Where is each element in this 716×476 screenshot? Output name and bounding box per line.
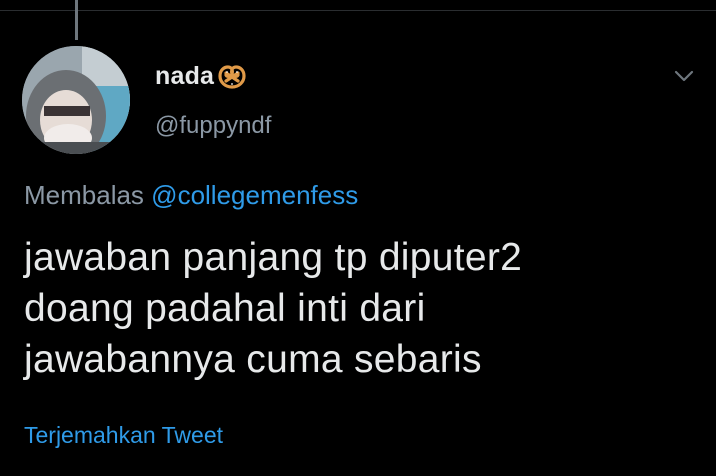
author-handle[interactable]: @fuppyndf xyxy=(155,112,271,140)
top-divider xyxy=(0,10,716,11)
reply-prefix: Membalas xyxy=(24,180,144,210)
tweet-text-line: jawaban panjang tp diputer2 xyxy=(24,236,523,279)
chevron-down-icon[interactable] xyxy=(672,64,696,88)
thread-connector-line xyxy=(75,0,78,40)
reply-context: Membalas @collegemenfess xyxy=(24,180,358,211)
pretzel-icon xyxy=(217,63,247,91)
tweet-text: jawaban panjang tp diputer2 doang padaha… xyxy=(24,232,704,385)
author-name-row[interactable]: nada xyxy=(155,62,247,91)
avatar[interactable] xyxy=(22,46,130,154)
tweet-text-line: jawabannya cuma sebaris xyxy=(24,338,482,381)
translate-tweet-link[interactable]: Terjemahkan Tweet xyxy=(24,422,223,449)
tweet-text-line: doang padahal inti dari xyxy=(24,287,426,330)
reply-to-link[interactable]: @collegemenfess xyxy=(151,180,358,210)
display-name[interactable]: nada xyxy=(155,62,214,91)
